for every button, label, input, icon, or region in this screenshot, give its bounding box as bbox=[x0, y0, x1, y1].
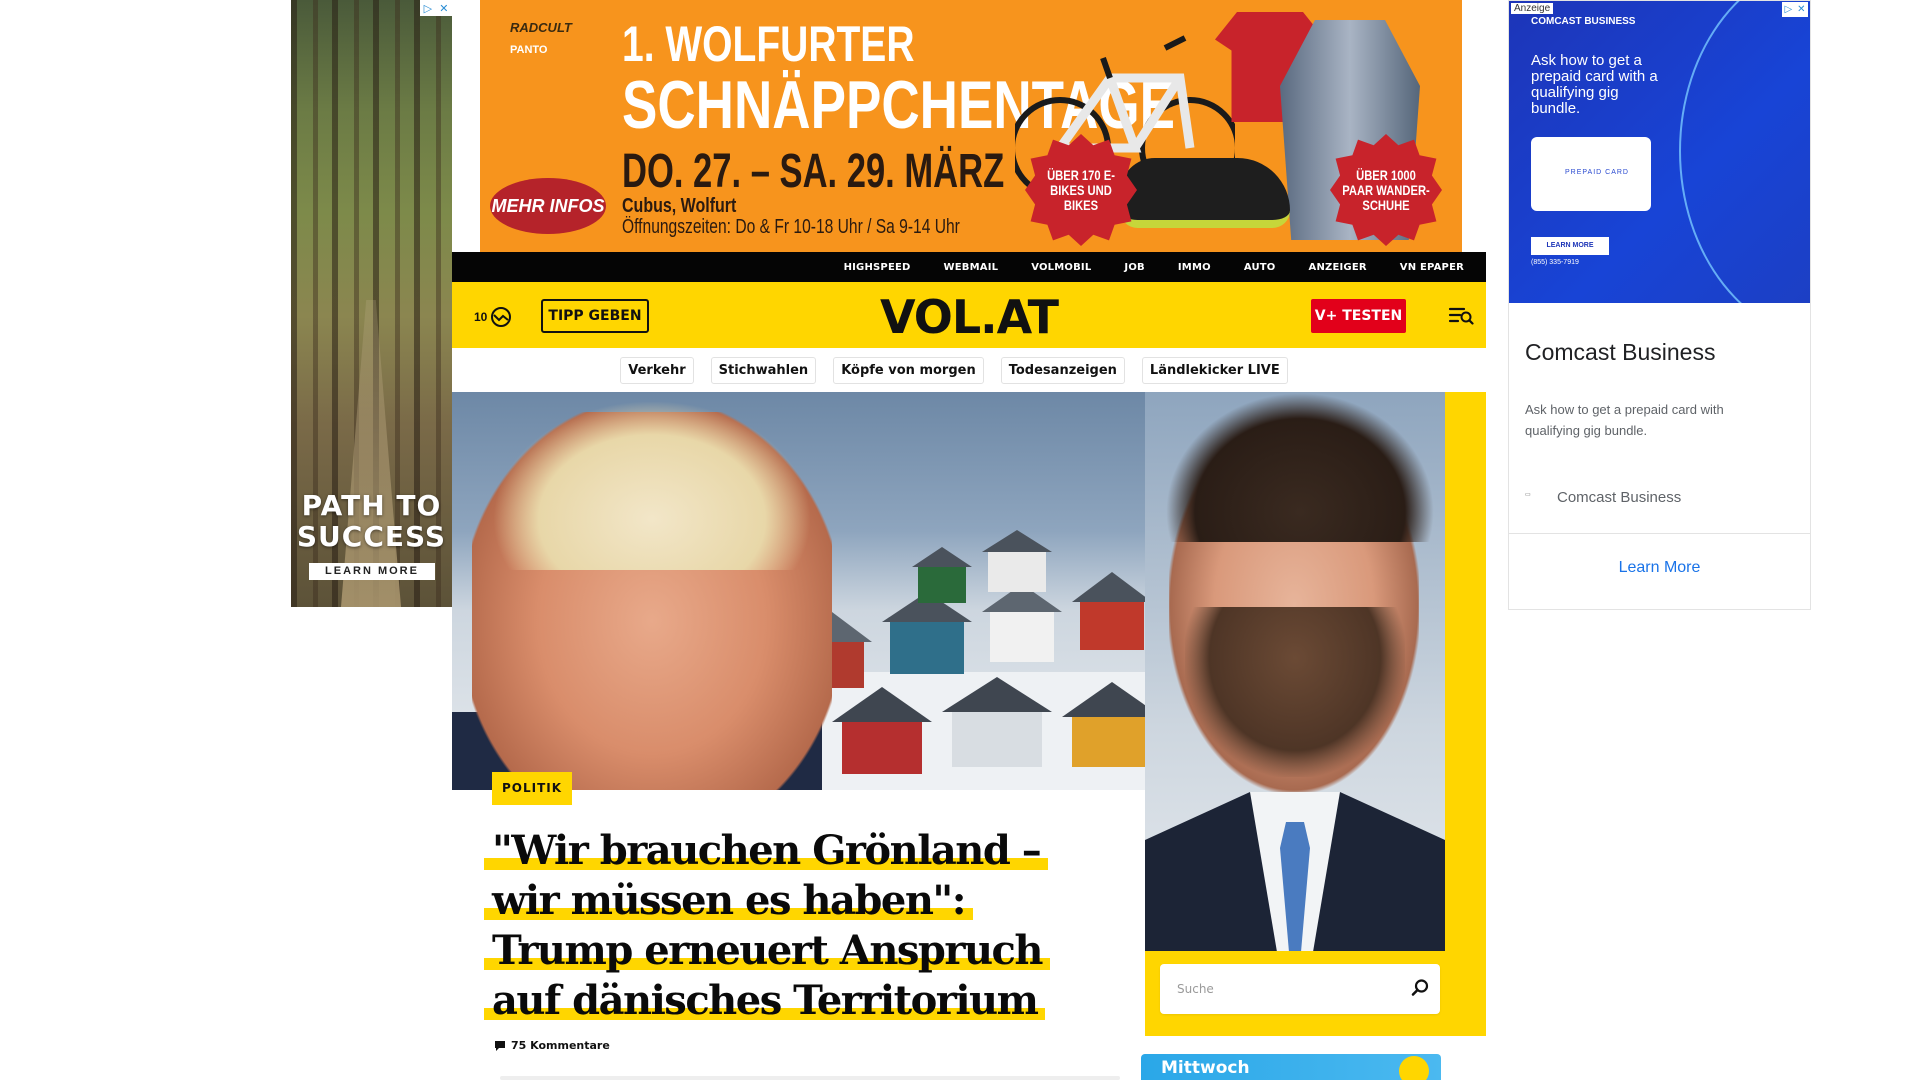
nav-link-webmail[interactable]: WEBMAIL bbox=[944, 262, 999, 273]
advertiser-logo-icon: ▭ bbox=[1525, 491, 1531, 498]
nav-link-anzeiger[interactable]: ANZEIGER bbox=[1309, 262, 1367, 273]
topic-chip-laendlekicker-live[interactable]: Ländlekicker LIVE bbox=[1141, 356, 1288, 384]
article-headline[interactable]: "Wir brauchen Grönland – wir müssen es h… bbox=[484, 826, 1104, 1026]
search-icon bbox=[1411, 978, 1429, 996]
banner-dates: DO. 27. – SA. 29. MÄRZ bbox=[622, 145, 1005, 198]
temperature: 10 bbox=[474, 310, 488, 324]
mehr-infos-button[interactable]: MEHR INFOS bbox=[490, 178, 606, 234]
comcast-logo: COMCAST BUSINESS bbox=[1531, 16, 1636, 27]
weather-widget[interactable]: Mittwoch bbox=[1141, 1054, 1441, 1080]
search-box bbox=[1160, 964, 1440, 1014]
ad-label: Anzeige bbox=[1511, 3, 1554, 14]
topic-chip-todesanzeigen[interactable]: Todesanzeigen bbox=[1000, 356, 1125, 384]
search-input[interactable] bbox=[1160, 965, 1400, 1013]
sun-icon bbox=[1399, 1056, 1429, 1080]
banner-title-line1: 1. WOLFURTER bbox=[622, 16, 915, 72]
ad-advertiser[interactable]: ▭ Comcast Business bbox=[1525, 489, 1681, 506]
ad-learn-more-link[interactable]: Learn More bbox=[1509, 559, 1810, 577]
comment-icon bbox=[495, 1040, 505, 1051]
vance-hair-image bbox=[1165, 392, 1435, 542]
ad-phone: (855) 335-7919 bbox=[1531, 259, 1579, 266]
top-banner-ad[interactable]: RADCULT PANTO 1. WOLFURTER SCHNÄPPCHENTA… bbox=[480, 0, 1462, 252]
banner-hours: Öffnungszeiten: Do & Fr 10-18 Uhr / Sa 9… bbox=[622, 216, 960, 238]
ad-image-learn-more[interactable]: LEARN MORE bbox=[1531, 237, 1609, 255]
teaser-divider bbox=[500, 1076, 1120, 1080]
ad-choices-icon[interactable]: ▷ ✕ bbox=[420, 0, 452, 16]
panto-logo: PANTO bbox=[510, 44, 548, 56]
nav-link-job[interactable]: JOB bbox=[1124, 262, 1144, 273]
tipp-geben-button[interactable]: TIPP GEBEN bbox=[541, 299, 649, 333]
radcult-logo: RADCULT bbox=[510, 20, 572, 35]
weather-indicator[interactable]: 10 bbox=[474, 306, 512, 328]
nav-link-volmobil[interactable]: VOLMOBIL bbox=[1031, 262, 1091, 273]
ad-choices-icon[interactable]: ▷ ✕ bbox=[1782, 2, 1808, 17]
right-sidebar-ad[interactable]: Anzeige ▷ ✕ COMCAST BUSINESS Ask how to g… bbox=[1508, 0, 1811, 610]
vance-photo[interactable] bbox=[1145, 392, 1445, 951]
topic-chip-koepfe-von-morgen[interactable]: Köpfe von morgen bbox=[833, 356, 984, 384]
nav-link-vn-epaper[interactable]: VN EPAPER bbox=[1400, 262, 1464, 273]
weather-day: Mittwoch bbox=[1161, 1058, 1250, 1078]
nav-link-immo[interactable]: IMMO bbox=[1178, 262, 1211, 273]
nav-link-auto[interactable]: AUTO bbox=[1244, 262, 1276, 273]
v-plus-testen-button[interactable]: V+ TESTEN bbox=[1311, 299, 1406, 333]
prepaid-card-image: PREPAID CARD bbox=[1531, 137, 1651, 211]
ad-headline: PATH TO SUCCESS bbox=[296, 489, 447, 553]
search-button[interactable] bbox=[1400, 969, 1440, 1009]
ad-title[interactable]: Comcast Business bbox=[1525, 339, 1715, 366]
top-service-nav: HIGHSPEED WEBMAIL VOLMOBIL JOB IMMO AUTO… bbox=[452, 252, 1486, 282]
vance-beard-image bbox=[1185, 607, 1405, 777]
ad-arc-graphic bbox=[1679, 1, 1810, 303]
menu-search-icon[interactable] bbox=[1448, 304, 1474, 326]
ad-image-text: Ask how to get a prepaid card with a qua… bbox=[1531, 52, 1658, 117]
trump-hair-image bbox=[492, 400, 812, 570]
topic-chip-stichwahlen[interactable]: Stichwahlen bbox=[710, 356, 817, 384]
category-badge[interactable]: POLITIK bbox=[492, 772, 573, 805]
hiking-shoe-image bbox=[1120, 158, 1290, 228]
nav-link-highspeed[interactable]: HIGHSPEED bbox=[844, 262, 911, 273]
left-skyscraper-ad[interactable]: ▷ ✕ PATH TO SUCCESS LEARN MORE bbox=[291, 0, 452, 607]
banner-location: Cubus, Wolfurt bbox=[622, 195, 737, 217]
topic-bar: Verkehr Stichwahlen Köpfe von morgen Tod… bbox=[452, 348, 1486, 392]
weather-icon bbox=[491, 307, 512, 327]
comments-link[interactable]: 75 Kommentare bbox=[494, 1039, 610, 1052]
ad-image[interactable]: Anzeige ▷ ✕ COMCAST BUSINESS Ask how to g… bbox=[1509, 1, 1810, 303]
divider bbox=[1509, 533, 1810, 534]
topic-chip-verkehr[interactable]: Verkehr bbox=[620, 356, 694, 384]
ad-learn-more-button[interactable]: LEARN MORE bbox=[309, 563, 435, 580]
ad-description: Ask how to get a prepaid card with quali… bbox=[1525, 402, 1724, 438]
main-header: 10 TIPP GEBEN VOL.AT V+ TESTEN bbox=[452, 282, 1486, 348]
